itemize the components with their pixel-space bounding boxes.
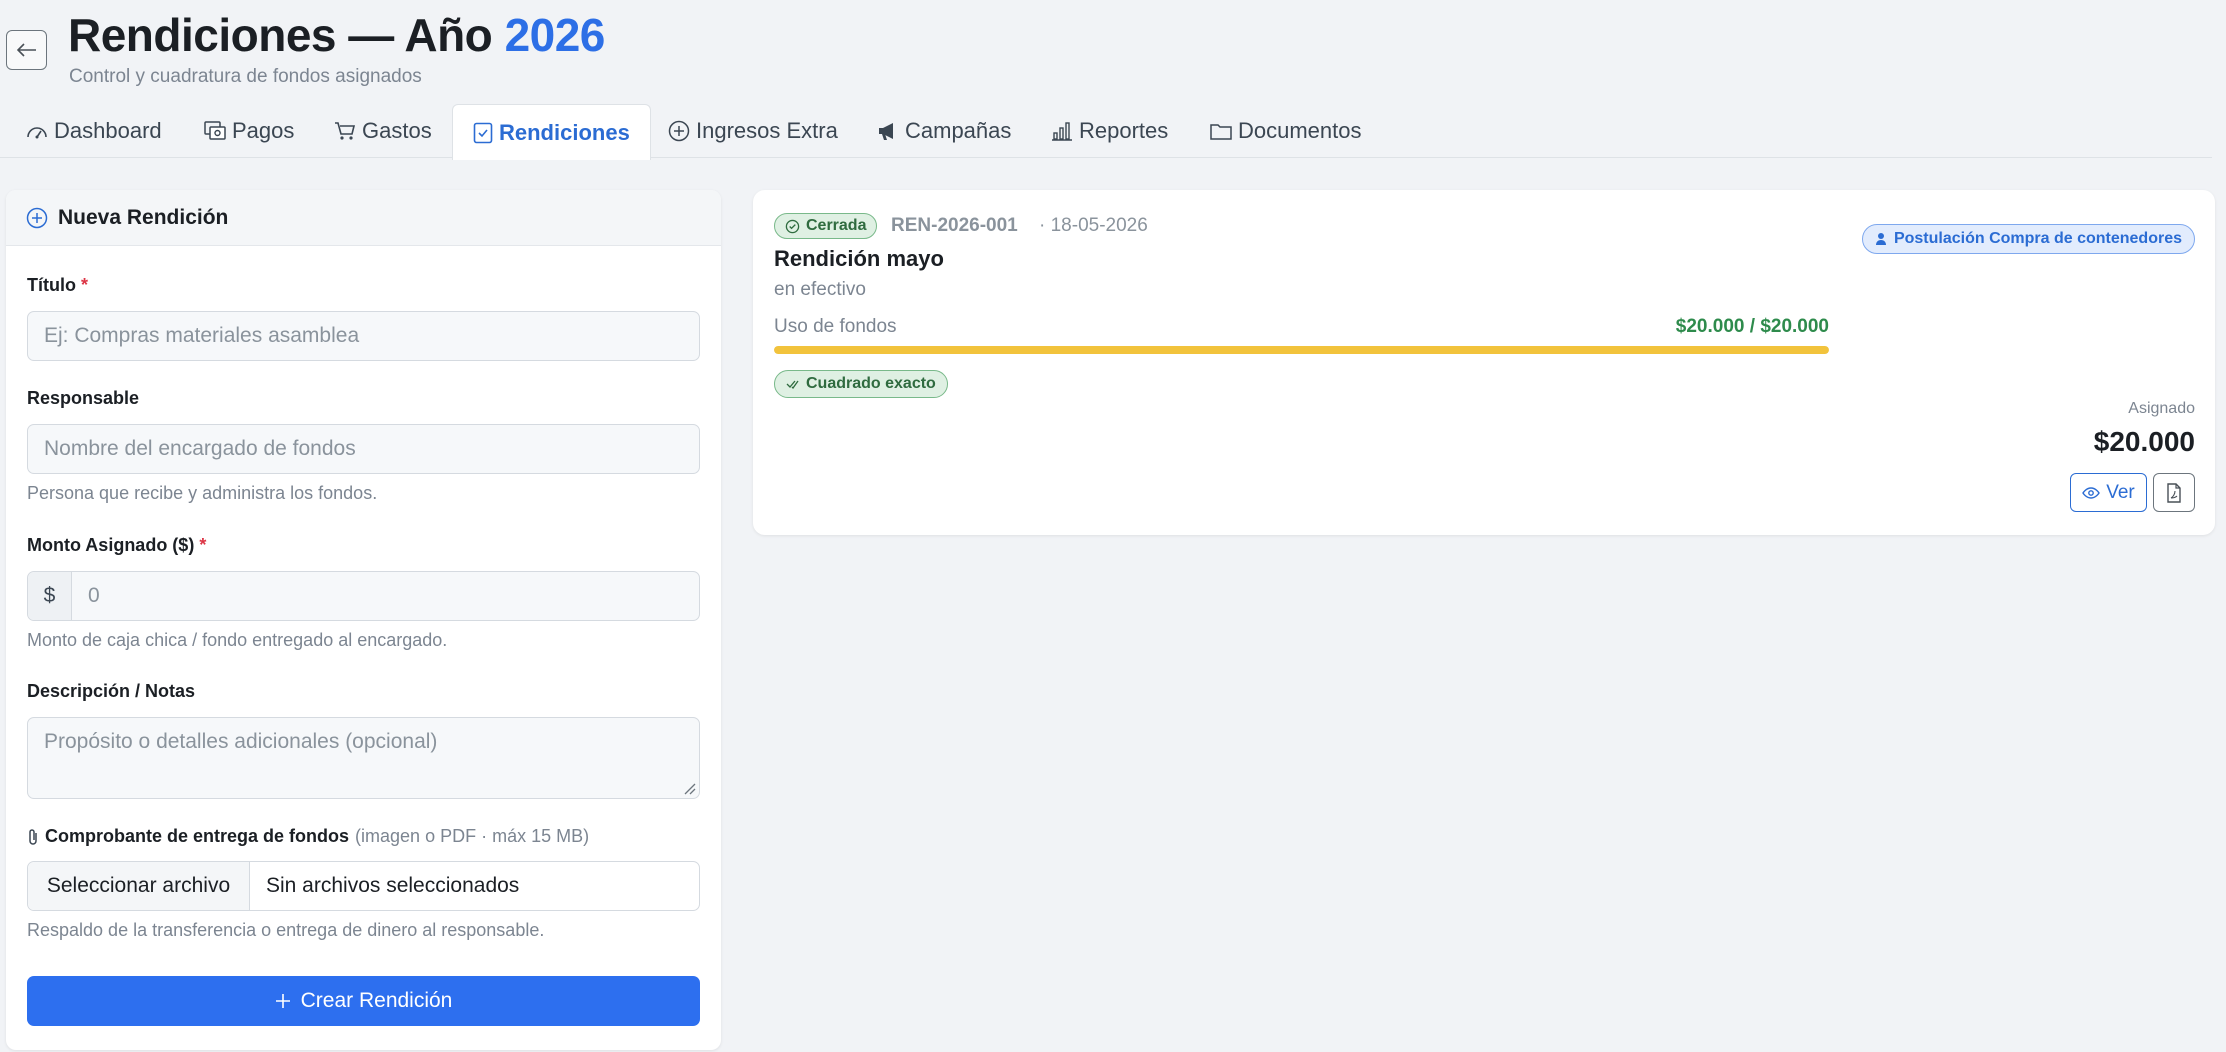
descripcion-label: Descripción / Notas [27, 681, 196, 701]
form-title: Nueva Rendición [58, 205, 229, 229]
cash-icon [204, 121, 226, 140]
titulo-label: Título * [27, 275, 89, 295]
new-rendicion-form: Nueva Rendición Título * Ej: Compras mat… [6, 190, 721, 1050]
bar-chart-icon [1052, 122, 1072, 141]
plus-icon [275, 994, 290, 1008]
view-button[interactable]: Ver [2070, 473, 2147, 512]
tab-dashboard[interactable]: Dashboard [26, 104, 162, 158]
clipboard-check-icon [473, 122, 493, 143]
person-icon [1875, 233, 1886, 245]
rendicion-card: Cerrada REN-2026-001 · 18-05-2026 Rendic… [753, 190, 2215, 535]
arrow-left-icon [16, 43, 36, 57]
pdf-button[interactable] [2153, 473, 2195, 512]
titulo-input[interactable]: Ej: Compras materiales asamblea [27, 311, 700, 361]
megaphone-icon [879, 123, 893, 140]
crear-rendicion-button[interactable]: Crear Rendición [27, 976, 700, 1026]
titulo-placeholder: Ej: Compras materiales asamblea [44, 324, 360, 347]
monto-input[interactable]: $ 0 [27, 571, 700, 621]
comprobante-label: Comprobante de entrega de fondos (imagen… [27, 826, 589, 847]
responsable-input[interactable]: Nombre del encargado de fondos [27, 424, 700, 474]
responsable-placeholder: Nombre del encargado de fondos [44, 437, 356, 460]
gauge-icon [27, 127, 47, 139]
monto-placeholder: 0 [88, 584, 100, 607]
page-title: Rendiciones — Año 2026 [68, 9, 606, 61]
folder-icon [1210, 124, 1232, 140]
currency-prefix: $ [28, 572, 72, 620]
file-pdf-icon [2167, 482, 2181, 503]
comprobante-hint: (imagen o PDF · máx 15 MB) [355, 826, 590, 846]
eye-icon [2082, 486, 2101, 499]
tab-reportes[interactable]: Reportes [1051, 104, 1168, 158]
tab-pagos[interactable]: Pagos [204, 104, 294, 158]
tab-campanas[interactable]: Campañas [877, 104, 1011, 158]
responsable-label: Responsable [27, 388, 140, 408]
usage-progress-bar [774, 346, 1829, 354]
paperclip-icon [29, 828, 37, 845]
plus-circle-icon [26, 207, 48, 228]
back-button[interactable] [6, 30, 47, 70]
plus-circle-icon [668, 120, 690, 142]
rendicion-code: REN-2026-001 [891, 215, 1018, 236]
page-subtitle: Control y cuadratura de fondos asignados [69, 66, 422, 87]
check-circle-icon [785, 219, 800, 233]
comprobante-help: Respaldo de la transferencia o entrega d… [27, 920, 545, 940]
usage-progress-fill [774, 346, 1829, 354]
nav-tabs: Dashboard Pagos Gastos Rendiciones Ingre… [0, 104, 2212, 160]
double-check-icon [786, 380, 799, 389]
resize-handle-icon[interactable] [682, 781, 696, 795]
rendicion-date: · 18-05-2026 [1039, 215, 1148, 236]
usage-value: $20.000 / $20.000 [1675, 316, 1829, 337]
tab-documentos[interactable]: Documentos [1210, 104, 1362, 158]
responsable-help: Persona que recibe y administra los fond… [27, 483, 378, 503]
tab-gastos[interactable]: Gastos [334, 104, 432, 158]
file-input[interactable]: Seleccionar archivo Sin archivos selecci… [27, 861, 700, 911]
tab-rendiciones[interactable]: Rendiciones [452, 104, 651, 160]
descripcion-textarea[interactable]: Propósito o detalles adicionales (opcion… [27, 717, 700, 799]
assigned-value: $20.000 [2093, 426, 2195, 457]
cart-icon [335, 122, 356, 140]
rendicion-description: en efectivo [774, 279, 866, 300]
assigned-label: Asignado [2128, 400, 2195, 417]
usage-label: Uso de fondos [774, 316, 897, 337]
file-status: Sin archivos seleccionados [266, 874, 520, 897]
tab-ingresos-extra[interactable]: Ingresos Extra [668, 104, 838, 158]
balance-badge: Cuadrado exacto [774, 370, 948, 398]
rendicion-name: Rendición mayo [774, 246, 944, 271]
select-file-button[interactable]: Seleccionar archivo [28, 862, 250, 910]
monto-label: Monto Asignado ($) * [27, 535, 207, 555]
page-title-year: 2026 [504, 9, 606, 61]
descripcion-placeholder: Propósito o detalles adicionales (opcion… [44, 730, 438, 753]
monto-help: Monto de caja chica / fondo entregado al… [27, 630, 448, 650]
form-header: Nueva Rendición [6, 190, 721, 246]
status-badge: Cerrada [774, 213, 878, 239]
campaign-badge[interactable]: Postulación Compra de contenedores [1861, 224, 2195, 254]
